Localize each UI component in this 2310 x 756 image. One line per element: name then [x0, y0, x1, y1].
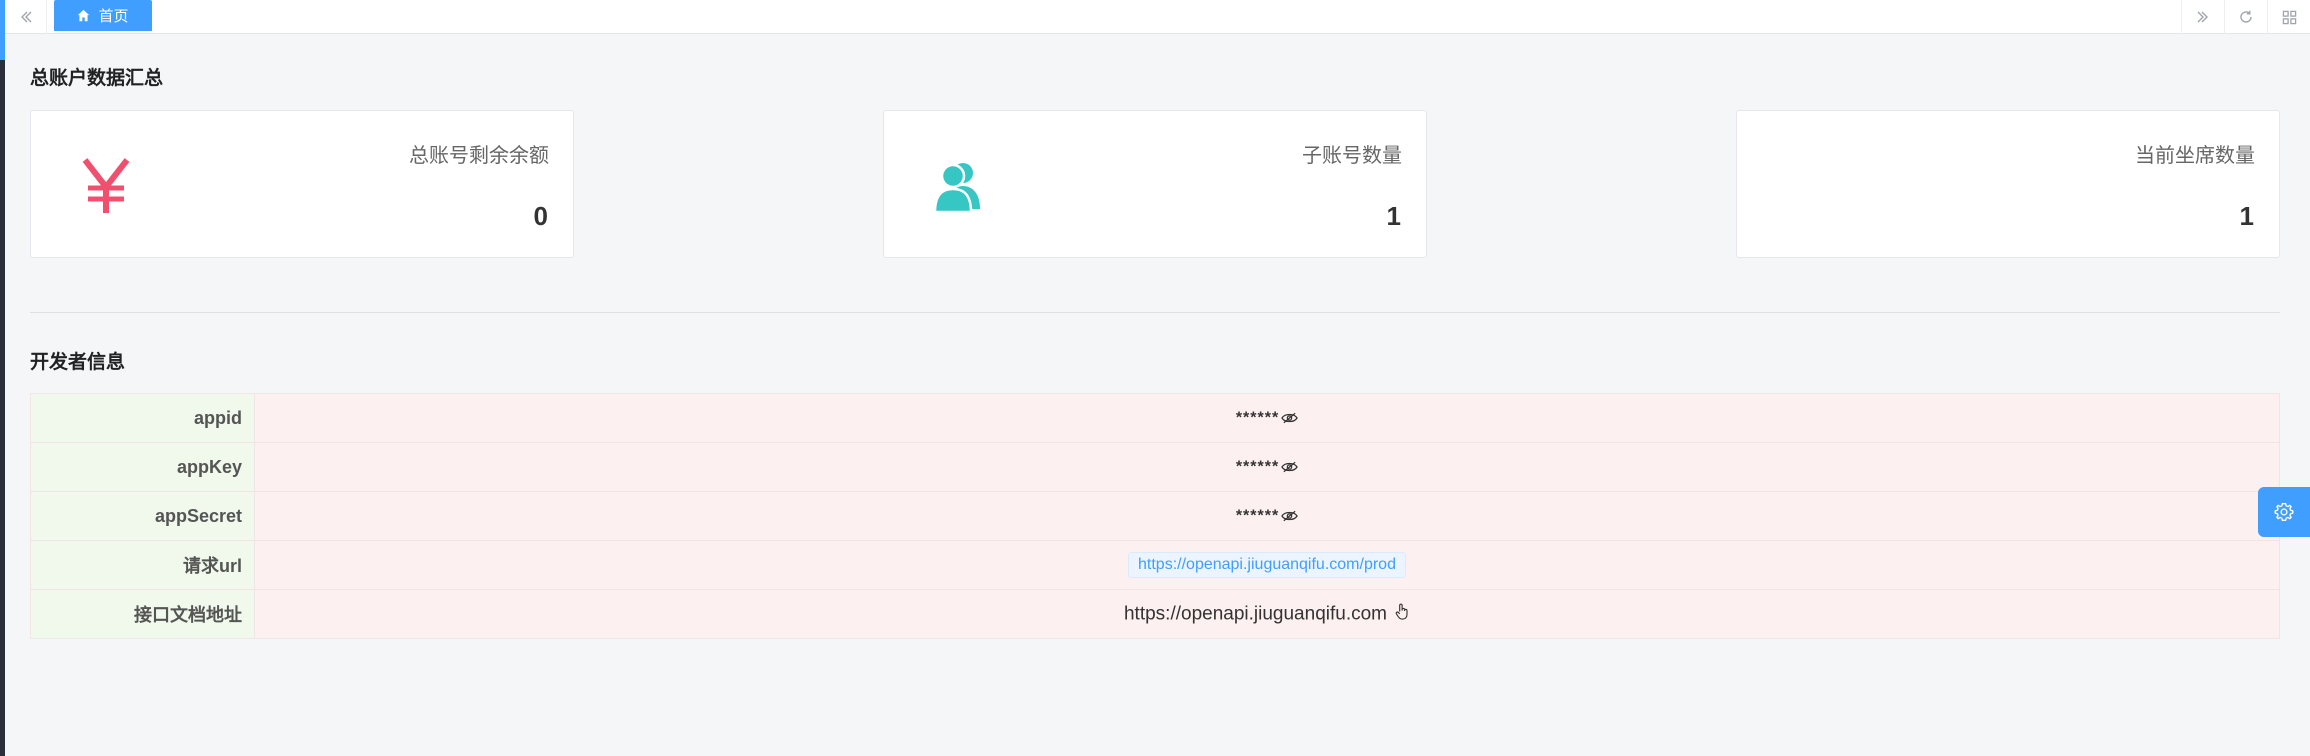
- refresh-button[interactable]: [2224, 0, 2267, 34]
- sub-accounts-label: 子账号数量: [1302, 145, 1402, 167]
- grid-icon: [2282, 10, 2296, 24]
- double-chevron-left-icon: [20, 11, 31, 23]
- request-url-tag[interactable]: https://openapi.jiuguanqifu.com/prod: [1128, 552, 1406, 578]
- refresh-icon: [2240, 10, 2252, 23]
- home-icon: [77, 9, 90, 22]
- tab-home[interactable]: 首页: [54, 0, 152, 31]
- sub-accounts-card: 子账号数量 1: [883, 110, 1427, 258]
- request-url-key: 请求url: [30, 540, 255, 590]
- appkey-value: ******: [1235, 458, 1280, 476]
- balance-label: 总账号剩余余额: [409, 145, 549, 167]
- appid-value: ******: [1235, 409, 1280, 427]
- gear-icon: [2274, 503, 2294, 521]
- scroll-tabs-left-button[interactable]: [5, 0, 47, 34]
- api-doc-value-cell: https://openapi.jiuguanqifu.com: [254, 589, 2280, 639]
- appsecret-key: appSecret: [30, 491, 255, 541]
- request-url-value-cell: https://openapi.jiuguanqifu.com/prod: [254, 540, 2280, 590]
- seats-label: 当前坐席数量: [2135, 145, 2255, 167]
- appsecret-value-cell: ******: [254, 491, 2280, 541]
- yen-icon: [71, 151, 141, 221]
- tab-options-button[interactable]: [2267, 0, 2310, 34]
- scroll-tabs-right-button[interactable]: [2181, 0, 2224, 34]
- appkey-value-cell: ******: [254, 442, 2280, 492]
- appid-value-cell: ******: [254, 393, 2280, 443]
- sidebar-edge: [0, 0, 5, 756]
- appkey-key: appKey: [30, 442, 255, 492]
- appsecret-value: ******: [1235, 507, 1280, 525]
- tab-home-label: 首页: [98, 8, 129, 25]
- sub-accounts-value: 1: [1386, 201, 1401, 231]
- balance-value: 0: [533, 201, 548, 231]
- eye-slash-icon[interactable]: [1281, 408, 1298, 429]
- api-doc-link[interactable]: https://openapi.jiuguanqifu.com: [1124, 603, 1387, 624]
- tab-bar: 首页: [5, 0, 2310, 34]
- table-row: appKey ******: [30, 442, 2280, 492]
- table-row: appSecret ******: [30, 491, 2280, 541]
- double-chevron-right-icon: [2197, 11, 2208, 23]
- eye-slash-icon[interactable]: [1281, 506, 1298, 527]
- overview-title: 总账户数据汇总: [30, 68, 164, 89]
- eye-slash-icon[interactable]: [1281, 457, 1298, 478]
- seats-card: 当前坐席数量 1: [1736, 110, 2280, 258]
- seats-value: 1: [2239, 201, 2254, 231]
- table-row: 接口文档地址 https://openapi.jiuguanqifu.com: [30, 589, 2280, 639]
- table-row: 请求url https://openapi.jiuguanqifu.com/pr…: [30, 540, 2280, 590]
- users-icon: [924, 151, 994, 221]
- pointer-hand-icon[interactable]: [1395, 603, 1410, 625]
- api-doc-key: 接口文档地址: [30, 589, 255, 639]
- developer-title: 开发者信息: [30, 352, 126, 373]
- balance-card: 总账号剩余余额 0: [30, 110, 574, 258]
- section-divider: [30, 312, 2280, 313]
- table-row: appid ******: [30, 393, 2280, 443]
- settings-button[interactable]: [2258, 487, 2310, 537]
- developer-info-table: appid ****** appKey ****** appSecret ***…: [30, 393, 2280, 639]
- appid-key: appid: [30, 393, 255, 443]
